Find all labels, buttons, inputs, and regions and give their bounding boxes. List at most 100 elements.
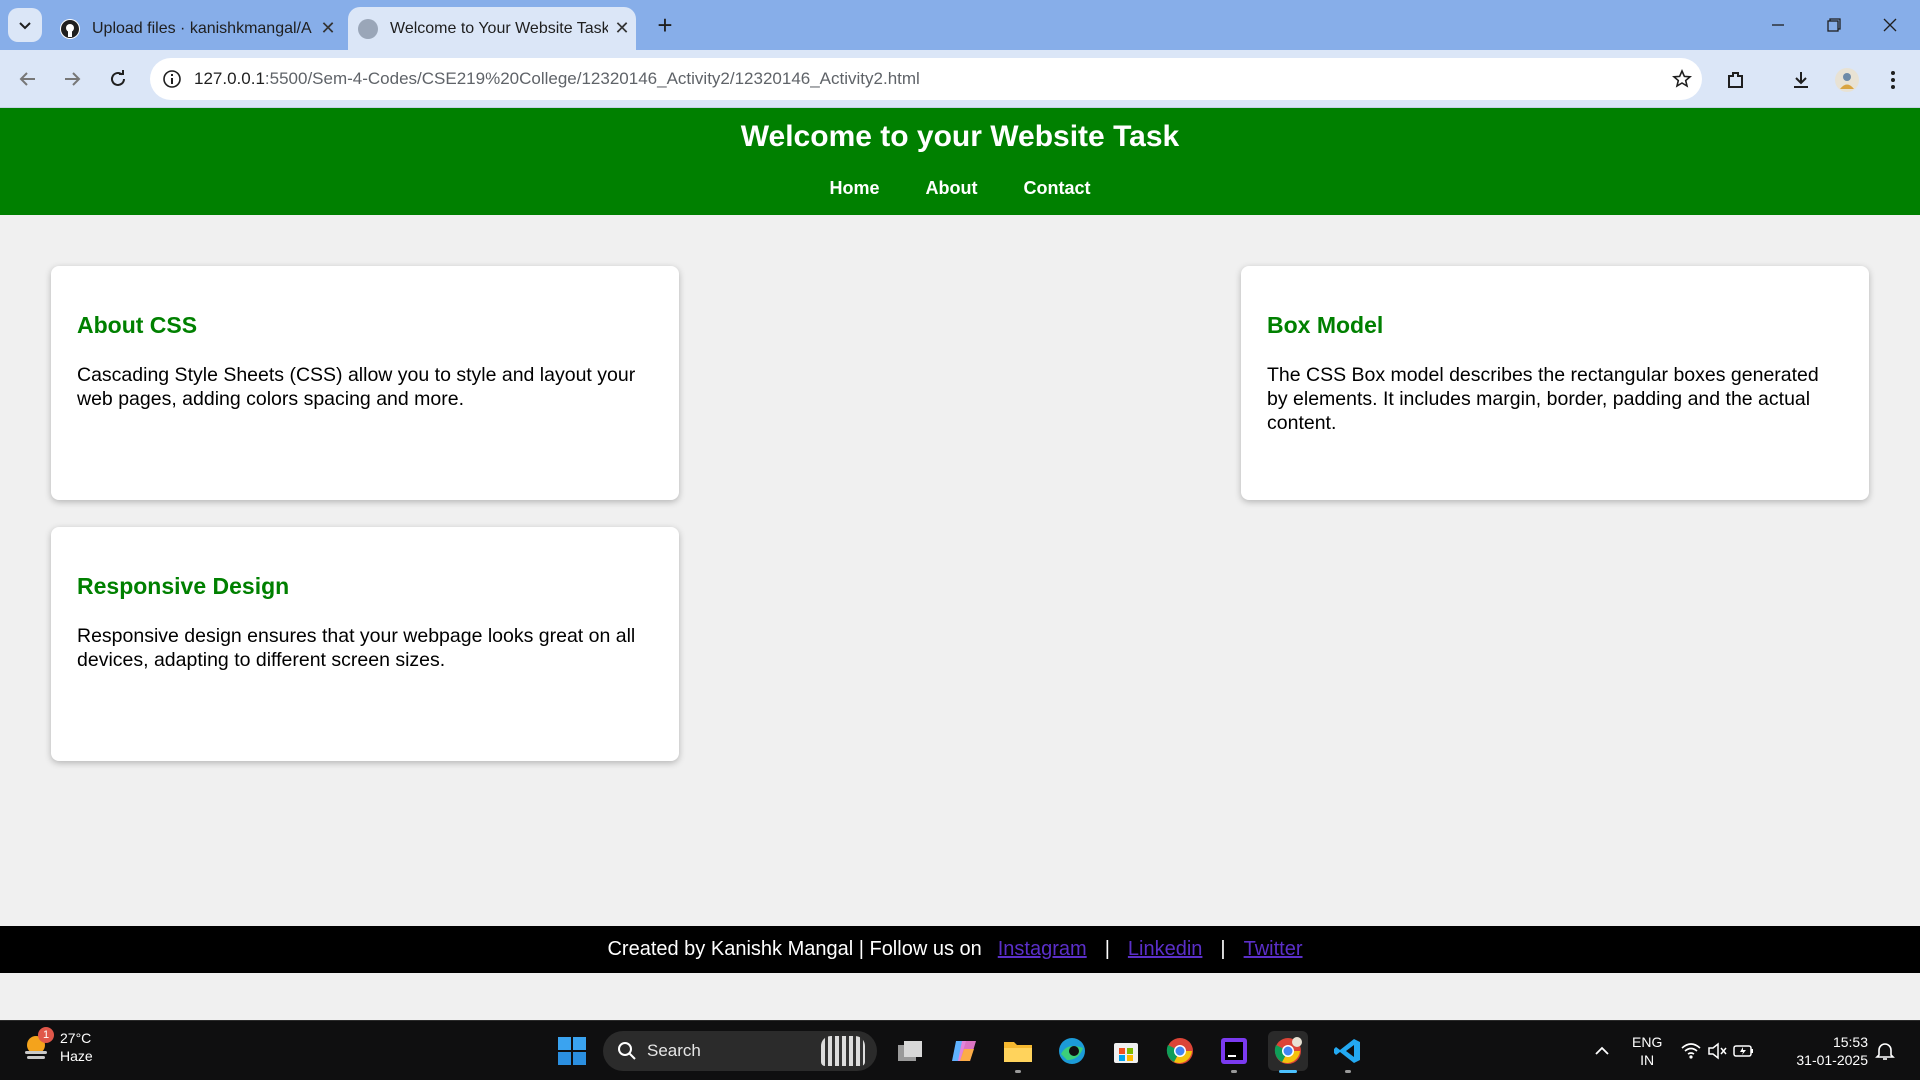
bookmark-star-icon[interactable] — [1662, 69, 1702, 89]
url-path: :5500/Sem-4-Codes/CSE219%20College/12320… — [264, 69, 920, 88]
minimize-icon — [1772, 24, 1784, 26]
running-indicator — [1015, 1070, 1021, 1073]
wifi-icon — [1681, 1043, 1701, 1059]
tab-upload-files[interactable]: Upload files · kanishkmangal/A ✕ — [50, 7, 342, 50]
site-footer: Created by Kanishk Mangal | Follow us on… — [0, 926, 1920, 973]
vscode-icon — [1334, 1039, 1360, 1063]
active-indicator — [1279, 1070, 1297, 1073]
globe-icon — [358, 18, 378, 39]
chrome-profile-icon — [1274, 1037, 1302, 1064]
reload-button[interactable] — [102, 63, 134, 95]
task-view-icon — [898, 1041, 922, 1061]
reload-icon — [111, 70, 125, 86]
notifications-button[interactable] — [1870, 1031, 1900, 1071]
card-text: The CSS Box model describes the rectangu… — [1267, 364, 1819, 434]
close-icon[interactable]: ✕ — [608, 18, 636, 39]
close-window-button[interactable] — [1862, 0, 1918, 50]
footer-separator: | — [1104, 938, 1110, 960]
lang-line2: IN — [1640, 1052, 1655, 1068]
lang-line1: ENG — [1632, 1034, 1663, 1050]
download-icon[interactable] — [1784, 63, 1818, 97]
card-text: Responsive design ensures that your webp… — [77, 625, 636, 671]
card-about-css: About CSS Cascading Style Sheets (CSS) a… — [51, 266, 679, 500]
nav-link-home[interactable]: Home — [830, 178, 880, 199]
site-header: Welcome to your Website Task Home About … — [0, 108, 1920, 215]
tab-title: Upload files · kanishkmangal/A — [92, 19, 312, 37]
restore-icon — [1827, 18, 1841, 32]
address-bar[interactable]: 127.0.0.1:5500/Sem-4-Codes/CSE219%20Coll… — [150, 58, 1702, 100]
store-icon — [1114, 1043, 1138, 1063]
browser-tabstrip: Upload files · kanishkmangal/A ✕ Welcome… — [0, 0, 1920, 50]
close-icon[interactable]: ✕ — [314, 18, 342, 39]
taskbar-intellij[interactable] — [1214, 1031, 1254, 1073]
battery-icon — [1733, 1045, 1753, 1057]
windows-logo-icon — [558, 1037, 586, 1065]
folder-icon — [1004, 1042, 1032, 1062]
taskbar-file-explorer[interactable] — [998, 1031, 1038, 1073]
extensions-icon[interactable] — [1719, 63, 1753, 97]
browser-toolbar: 127.0.0.1:5500/Sem-4-Codes/CSE219%20Coll… — [0, 50, 1920, 140]
arrow-right-icon — [65, 72, 81, 86]
taskbar-task-view[interactable] — [890, 1031, 930, 1071]
forward-button[interactable] — [56, 63, 88, 95]
taskbar-copilot[interactable] — [944, 1031, 984, 1071]
site-title: Welcome to your Website Task — [740, 120, 1180, 153]
running-indicator — [1231, 1070, 1237, 1073]
minimize-button[interactable] — [1750, 0, 1806, 50]
site-nav: Home About Contact — [0, 178, 1920, 199]
weather-badge: 1 — [38, 1027, 54, 1043]
menu-kebab-icon[interactable] — [1876, 63, 1910, 97]
bell-icon — [1875, 1043, 1895, 1060]
taskbar-chrome-active[interactable] — [1268, 1031, 1308, 1073]
running-indicator — [1345, 1070, 1351, 1073]
taskbar-chrome[interactable] — [1160, 1031, 1200, 1071]
weather-haze-icon: 1 — [20, 1027, 54, 1063]
search-label: Search — [647, 1041, 701, 1060]
web-page: Welcome to your Website Task Home About … — [0, 108, 1920, 973]
url-host: 127.0.0.1 — [194, 69, 265, 88]
taskbar-search[interactable]: Search — [603, 1031, 877, 1071]
show-hidden-icons-button[interactable] — [1582, 1031, 1622, 1071]
system-clock[interactable]: 15:53 31-01-2025 — [1786, 1033, 1868, 1069]
restore-button[interactable] — [1806, 0, 1862, 50]
github-icon — [60, 18, 80, 39]
card-box-model: Box Model The CSS Box model describes th… — [1241, 266, 1869, 500]
close-icon — [1883, 18, 1897, 32]
back-button[interactable] — [12, 63, 44, 95]
tab-welcome[interactable]: Welcome to Your Website Task ✕ — [348, 7, 636, 50]
site-info-icon[interactable] — [150, 69, 194, 89]
footer-text: Created by Kanishk Mangal | Follow us on — [607, 938, 982, 960]
weather-widget[interactable]: 1 27°C Haze — [20, 1027, 93, 1065]
quick-settings[interactable] — [1678, 1031, 1758, 1071]
nav-link-contact[interactable]: Contact — [1024, 178, 1091, 199]
nav-link-about[interactable]: About — [926, 178, 978, 199]
language-indicator[interactable]: ENG IN — [1632, 1033, 1662, 1069]
profile-avatar[interactable] — [1830, 63, 1864, 97]
zebra-icon — [821, 1036, 865, 1066]
taskbar-edge[interactable] — [1052, 1031, 1092, 1071]
weather-temp: 27°C — [60, 1030, 92, 1046]
chevron-up-icon — [1595, 1046, 1609, 1055]
footer-separator: | — [1220, 938, 1226, 960]
taskbar-store[interactable] — [1106, 1031, 1146, 1071]
footer-link-instagram[interactable]: Instagram — [998, 938, 1087, 961]
tab-title: Welcome to Your Website Task — [390, 19, 608, 37]
new-tab-button[interactable]: + — [650, 10, 680, 40]
search-icon — [618, 1042, 636, 1060]
tab-search-button[interactable] — [8, 8, 42, 42]
card-text: Cascading Style Sheets (CSS) allow you t… — [77, 364, 636, 410]
edge-icon — [1059, 1038, 1085, 1064]
card-responsive-design: Responsive Design Responsive design ensu… — [51, 527, 679, 761]
taskbar-vscode[interactable] — [1328, 1031, 1368, 1073]
card-heading: Responsive Design — [77, 573, 290, 599]
copilot-icon — [952, 1041, 976, 1061]
url-text[interactable]: 127.0.0.1:5500/Sem-4-Codes/CSE219%20Coll… — [194, 69, 1662, 89]
taskbar: 1 27°C Haze Search ENG IN 15:53 31-01-20… — [0, 1020, 1920, 1080]
footer-link-linkedin[interactable]: Linkedin — [1128, 938, 1203, 961]
footer-link-twitter[interactable]: Twitter — [1244, 938, 1303, 961]
chrome-icon — [1166, 1038, 1193, 1064]
start-button[interactable] — [552, 1031, 592, 1071]
weather-desc: Haze — [60, 1048, 93, 1064]
card-heading: Box Model — [1267, 312, 1384, 338]
speaker-muted-icon — [1708, 1042, 1727, 1060]
